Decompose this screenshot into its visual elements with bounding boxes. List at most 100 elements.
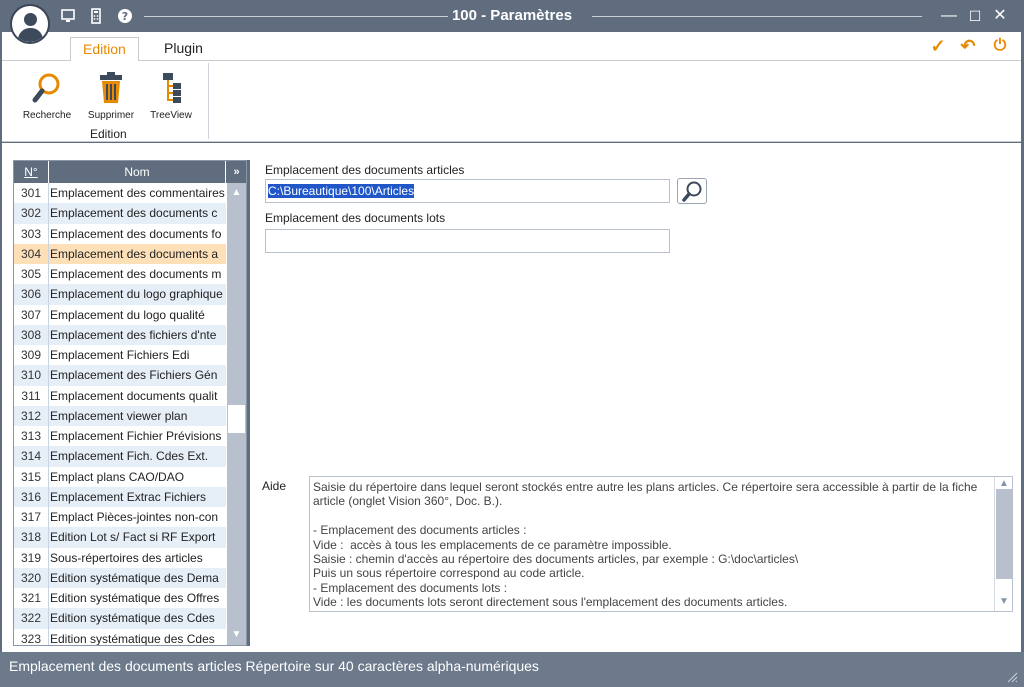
list-row[interactable]: 310 Emplacement des Fichiers Gén bbox=[14, 365, 226, 386]
scroll-down-icon[interactable]: ▼ bbox=[227, 627, 246, 643]
row-number: 318 bbox=[14, 527, 49, 548]
tab-plugin[interactable]: Plugin bbox=[152, 37, 215, 62]
list-row[interactable]: 316 Emplacement Extrac Fichiers bbox=[14, 486, 226, 507]
power-button[interactable]: ⏻ bbox=[990, 36, 1010, 56]
row-number: 321 bbox=[14, 588, 49, 609]
field2-label: Emplacement des documents lots bbox=[265, 211, 446, 225]
row-name: Edition Lot s/ Fact si RF Export bbox=[50, 530, 216, 545]
treeview-button[interactable]: TreeView bbox=[148, 71, 194, 121]
treeview-label: TreeView bbox=[150, 110, 192, 121]
calculator-icon[interactable] bbox=[88, 8, 104, 24]
row-number: 308 bbox=[14, 324, 49, 345]
ribbon-tab-bar: Edition Plugin bbox=[2, 32, 1021, 62]
field1-label: Emplacement des documents articles bbox=[265, 163, 465, 177]
row-name: Emplacement des documents c bbox=[50, 206, 218, 221]
row-number: 316 bbox=[14, 486, 49, 507]
list-row[interactable]: 313 Emplacement Fichier Prévisions bbox=[14, 426, 226, 447]
row-name: Emplacement des documents a bbox=[50, 246, 219, 261]
list-row[interactable]: 305 Emplacement des documents m bbox=[14, 264, 226, 285]
list-row[interactable]: 309 Emplacement Fichiers Edi bbox=[14, 345, 226, 366]
list-row[interactable]: 315 Emplact plans CAO/DAO bbox=[14, 466, 226, 487]
status-bar: Emplacement des documents articles Réper… bbox=[0, 652, 1024, 687]
list-row[interactable]: 304 Emplacement des documents a bbox=[14, 243, 226, 264]
list-row[interactable]: 318 Edition Lot s/ Fact si RF Export bbox=[14, 527, 226, 548]
list-row[interactable]: 307 Emplacement du logo qualité bbox=[14, 304, 226, 325]
column-header-name[interactable]: Nom bbox=[49, 161, 226, 183]
row-number: 319 bbox=[14, 547, 49, 568]
list-row[interactable]: 312 Emplacement viewer plan bbox=[14, 405, 226, 426]
list-row[interactable]: 319 Sous-répertoires des articles bbox=[14, 547, 226, 568]
row-number: 322 bbox=[14, 608, 49, 629]
field1-value: C:\Bureautique\100\Articles bbox=[268, 184, 415, 198]
minimize-button[interactable]: — bbox=[939, 6, 959, 26]
list-row[interactable]: 314 Emplacement Fich. Cdes Ext. bbox=[14, 446, 226, 467]
resize-grip-icon[interactable] bbox=[1006, 671, 1018, 683]
row-name: Edition systématique des Dema bbox=[50, 570, 219, 585]
row-number: 312 bbox=[14, 405, 49, 426]
list-row[interactable]: 311 Emplacement documents qualit bbox=[14, 385, 226, 406]
close-button[interactable]: ✕ bbox=[990, 6, 1010, 26]
row-number: 323 bbox=[14, 628, 49, 645]
scroll-thumb[interactable] bbox=[228, 405, 245, 433]
row-number: 305 bbox=[14, 264, 49, 285]
list-row[interactable]: 302 Emplacement des documents c bbox=[14, 203, 226, 224]
recherche-button[interactable]: Recherche bbox=[21, 71, 73, 121]
window-title: 100 - Paramètres bbox=[0, 7, 1024, 24]
row-number: 310 bbox=[14, 365, 49, 386]
list-row[interactable]: 321 Edition systématique des Offres bbox=[14, 588, 226, 609]
column-header-num[interactable]: N° bbox=[14, 161, 49, 183]
trash-icon bbox=[95, 71, 127, 105]
avatar-head bbox=[24, 13, 37, 26]
row-name: Emplacement Fichier Prévisions bbox=[50, 429, 222, 443]
main-panel: N° Nom » 301 Emplacement des commentaires… bbox=[2, 143, 1021, 652]
list-row[interactable]: 308 Emplacement des fichiers d'nte bbox=[14, 324, 226, 345]
aide-scrollbar[interactable]: ▲ ▼ bbox=[994, 477, 1012, 611]
row-number: 309 bbox=[14, 345, 49, 366]
help-icon[interactable]: ? bbox=[117, 8, 133, 24]
aide-textarea[interactable]: Saisie du répertoire dans lequel seront … bbox=[309, 476, 1013, 612]
row-number: 302 bbox=[14, 203, 49, 224]
aide-scroll-down-icon[interactable]: ▼ bbox=[995, 595, 1013, 609]
avatar[interactable] bbox=[10, 4, 50, 44]
row-name: Emplact plans CAO/DAO bbox=[50, 469, 185, 484]
row-name: Emplacement du logo graphique bbox=[50, 287, 223, 302]
row-name: Emplact Pièces-jointes non-con bbox=[50, 510, 219, 524]
row-name: Emplacement viewer plan bbox=[50, 408, 188, 423]
validate-button[interactable]: ✓ bbox=[928, 36, 948, 56]
supprimer-button[interactable]: Supprimer bbox=[86, 71, 136, 121]
aide-scroll-thumb[interactable] bbox=[996, 489, 1012, 579]
row-name: Emplacement des fichiers d'nte bbox=[50, 327, 217, 342]
row-name: Edition systématique des Cdes bbox=[50, 611, 215, 626]
list-row[interactable]: 301 Emplacement des commentaires bbox=[14, 183, 226, 204]
row-name: Edition systématique des Cdes bbox=[50, 631, 215, 646]
list-rows: 301 Emplacement des commentaires 302 Emplac… bbox=[14, 183, 226, 646]
title-bar: 100 - Paramètres ? — ☐ ✕ bbox=[0, 0, 1024, 32]
svg-text:?: ? bbox=[122, 10, 128, 23]
documents-articles-field[interactable]: C:\Bureautique\100\Articles bbox=[265, 179, 670, 203]
avatar-body bbox=[18, 28, 43, 42]
monitor-icon[interactable] bbox=[60, 8, 76, 24]
scroll-up-icon[interactable]: ▲ bbox=[227, 185, 246, 201]
row-number: 320 bbox=[14, 567, 49, 588]
browse-search-button[interactable] bbox=[677, 178, 707, 204]
list-row[interactable]: 306 Emplacement du logo graphique bbox=[14, 284, 226, 305]
expand-columns-icon[interactable]: » bbox=[227, 161, 246, 183]
status-text: Emplacement des documents articles Réper… bbox=[9, 658, 539, 674]
row-number: 304 bbox=[14, 243, 49, 264]
list-row[interactable]: 323 Edition systématique des Cdes bbox=[14, 628, 226, 646]
undo-button[interactable]: ↶ bbox=[958, 36, 978, 56]
list-scrollbar[interactable]: ▲ ▼ bbox=[227, 183, 246, 645]
list-row[interactable]: 320 Edition systématique des Dema bbox=[14, 567, 226, 588]
maximize-button[interactable]: ☐ bbox=[965, 6, 985, 26]
list-splitter[interactable] bbox=[247, 160, 250, 646]
tab-edition[interactable]: Edition bbox=[70, 37, 139, 62]
row-name: Emplacement des commentaires bbox=[50, 186, 225, 200]
aide-text: Saisie du répertoire dans lequel seront … bbox=[313, 480, 978, 610]
ribbon-group-separator bbox=[208, 63, 209, 139]
list-row[interactable]: 303 Emplacement des documents fo bbox=[14, 223, 226, 244]
list-row[interactable]: 322 Edition systématique des Cdes bbox=[14, 608, 226, 629]
documents-lots-field[interactable] bbox=[265, 229, 670, 253]
list-row[interactable]: 317 Emplact Pièces-jointes non-con bbox=[14, 507, 226, 528]
row-name: Emplacement des Fichiers Gén bbox=[50, 368, 218, 383]
recherche-label: Recherche bbox=[22, 110, 72, 121]
